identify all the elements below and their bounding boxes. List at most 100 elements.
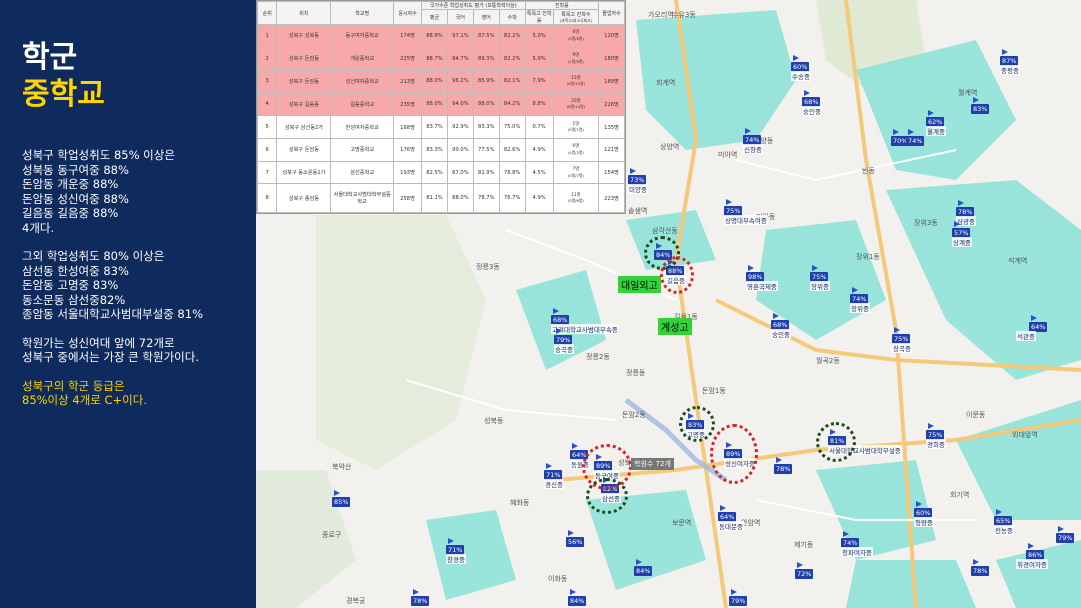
summary-85: 성북구 학업성취도 85% 이상은 성북동 동구여중 88% 돈암동 개운중 88%…	[22, 148, 234, 235]
table-cell: 88.0%	[421, 69, 448, 94]
area-label: 경복궁	[346, 597, 366, 605]
table-cell: 96.2%	[446, 69, 474, 94]
school-ranking-table: 순위 위치 학교명 응시자수 국가수준 학업성취도 평가 (보통학력이상) 진학…	[256, 0, 626, 214]
school-pin[interactable]: 72%	[795, 562, 814, 579]
table-cell: 3	[256, 69, 278, 94]
table-cell: 168명	[392, 115, 423, 139]
school-pin[interactable]: 79%	[1056, 526, 1075, 543]
summary-line: 성북동 동구여중 88%	[22, 162, 129, 177]
school-pin[interactable]: 74%	[906, 129, 925, 146]
table-cell: 4.5%	[524, 160, 554, 185]
table-row: 6 성북구 돈암동 고명중학교 176명 83.3% 90.0% 77.5% 82.6% 4.9…	[256, 137, 625, 162]
table-cell: 6명 (4명/2명)	[552, 137, 600, 162]
school-pin-name: 석관중	[1016, 331, 1036, 341]
school-pin[interactable]: 79%	[729, 589, 748, 606]
summary-line: 종암동 서울대학교사범대부설중 81%	[22, 307, 203, 321]
school-pin[interactable]: 84%	[568, 589, 587, 606]
table-cell: 87.0%	[446, 160, 474, 185]
th-special-rate: 특목고 진학률	[524, 9, 554, 25]
table-cell: 길음중학교	[330, 92, 394, 117]
th-location: 위치	[276, 1, 332, 25]
table-cell: 180명	[598, 46, 625, 71]
table-cell: 193명	[392, 160, 423, 185]
table-cell: 2	[256, 46, 278, 71]
table-cell: 87.5%	[472, 24, 500, 48]
school-pin[interactable]: 85%	[332, 490, 351, 507]
table-row: 5 성북구 삼선동2가 한성여자중학교 168명 83.7% 92.9% 83.3% 75.0…	[256, 115, 625, 139]
table-cell: 82.2%	[498, 46, 526, 71]
summary-line: 삼선동 한성여중 83%	[22, 263, 129, 278]
table-cell: 4	[256, 92, 278, 117]
table-cell: 5	[256, 115, 278, 139]
area-label: 석계역	[1008, 257, 1028, 265]
school-pin-name: 장위중	[810, 281, 830, 291]
area-label: 성북동	[484, 417, 504, 425]
table-cell: 82.5%	[421, 160, 448, 185]
school-pin[interactable]: 78%	[411, 589, 430, 606]
summary-line: 그외 학업성취도 80% 이상은	[22, 249, 165, 263]
th-students: 응시자수	[392, 1, 423, 25]
table-cell: 성북구 돈암동	[276, 46, 332, 71]
area-label: 미아역	[718, 151, 738, 159]
table-cell: 성북구 돈암동	[276, 137, 332, 162]
table-row: 2 성북구 돈암동 개운중학교 225명 88.7% 94.7% 89.3% 82.2% 5.0…	[256, 46, 625, 71]
table-cell: 성북구 종암동	[276, 183, 332, 213]
th-grads: 졸업자수	[598, 1, 625, 25]
table-cell: 120명	[598, 24, 625, 48]
area-label: 이문동	[966, 411, 986, 419]
area-label: 혜화동	[510, 499, 530, 507]
school-pin-name: 창경중	[446, 554, 466, 564]
table-cell: 78.7%	[472, 183, 500, 213]
table-cell: 서울대학교사범대학부설중학교	[330, 183, 394, 213]
table-cell: 9명 (1명/8명)	[552, 46, 600, 71]
table-cell: 84.2%	[498, 92, 526, 117]
table-cell: 성북구 돈암동	[276, 69, 332, 94]
area-label: 이화동	[548, 575, 568, 583]
area-label: 정릉동	[626, 369, 646, 377]
table-cell: 235명	[392, 92, 423, 117]
area-label: 가오리역	[648, 11, 674, 19]
school-pin[interactable]: 78%	[774, 457, 793, 474]
table-cell: 223명	[598, 183, 625, 213]
table-cell: 174명	[392, 24, 423, 48]
table-cell: 89.3%	[472, 46, 500, 71]
school-pin[interactable]: 56%	[566, 530, 585, 547]
table-cell: 94.7%	[446, 46, 474, 71]
school-pin-name: 전농중	[994, 525, 1014, 535]
table-cell: 88.0%	[472, 92, 500, 117]
area-label: 회계역	[656, 79, 676, 87]
area-label: 돈암1동	[702, 387, 726, 395]
summary-line: 성북구 중에서는 가장 큰 학원가이다.	[22, 350, 199, 364]
area-label: 솔샘역	[628, 207, 648, 215]
table-cell: 82.2%	[498, 24, 526, 48]
school-pin-name: 미양중	[628, 184, 648, 194]
th-math: 수학	[498, 9, 526, 25]
table-cell: 성북구 성북동	[276, 24, 332, 48]
table-cell: 1명 (0명/1명)	[552, 115, 600, 139]
table-cell: 81.9%	[472, 160, 500, 185]
area-label: 장위3동	[914, 219, 938, 227]
table-cell: 85.9%	[472, 69, 500, 94]
school-pin[interactable]: 78%	[971, 559, 990, 576]
table-cell: 88.0%	[421, 92, 448, 117]
academy-count: 학원수 72개	[631, 458, 674, 470]
school-pin[interactable]: 83%	[971, 97, 990, 114]
table-row: 1 성북구 성북동 동구여자중학교 174명 88.8% 97.1% 87.5% 82.2% 5…	[256, 24, 625, 48]
area-label: 종로구	[322, 531, 342, 539]
table-cell: 176명	[392, 137, 423, 162]
area-label: 돈암2동	[622, 411, 646, 419]
school-pin-name: 숭곡중	[554, 344, 574, 354]
table-cell: 7명 (0명/7명)	[552, 160, 600, 185]
summary-line: 성북구의 학군 등급은	[22, 378, 125, 393]
table-cell: 15명 (0명/15명)	[552, 69, 600, 94]
school-pin[interactable]: 84%	[634, 559, 653, 576]
table-cell: 225명	[392, 46, 423, 71]
table-cell: 성북구 길음동	[276, 92, 332, 117]
summary-80: 그외 학업성취도 80% 이상은 삼선동 한성여중 83% 돈암동 고명중 83% 동…	[22, 249, 234, 322]
table-cell: 개운중학교	[330, 46, 394, 71]
table-cell: 8	[256, 183, 278, 213]
school-pin-name: 동대문중	[718, 521, 744, 531]
table-cell: 75.0%	[498, 115, 526, 139]
table-cell: 92.9%	[446, 115, 474, 139]
school-pin-name: 장위중	[850, 303, 870, 313]
